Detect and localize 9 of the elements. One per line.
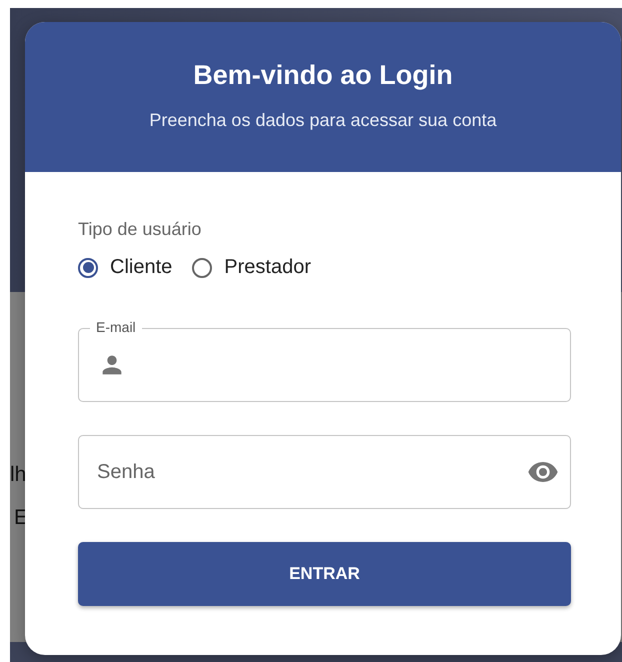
radio-option[interactable]: Cliente (78, 256, 172, 279)
password-field[interactable]: Senha (78, 435, 571, 509)
dialog-title: Bem-vindo ao Login (193, 59, 453, 92)
submit-button[interactable]: ENTRAR (78, 542, 571, 606)
background-text: lh (10, 462, 26, 488)
radio-option[interactable]: Prestador (192, 256, 311, 279)
user-type-label: Tipo de usuário (78, 218, 202, 241)
dialog-subtitle: Preencha os dados para acessar sua conta (149, 109, 497, 131)
field-label: E-mail (90, 319, 142, 335)
